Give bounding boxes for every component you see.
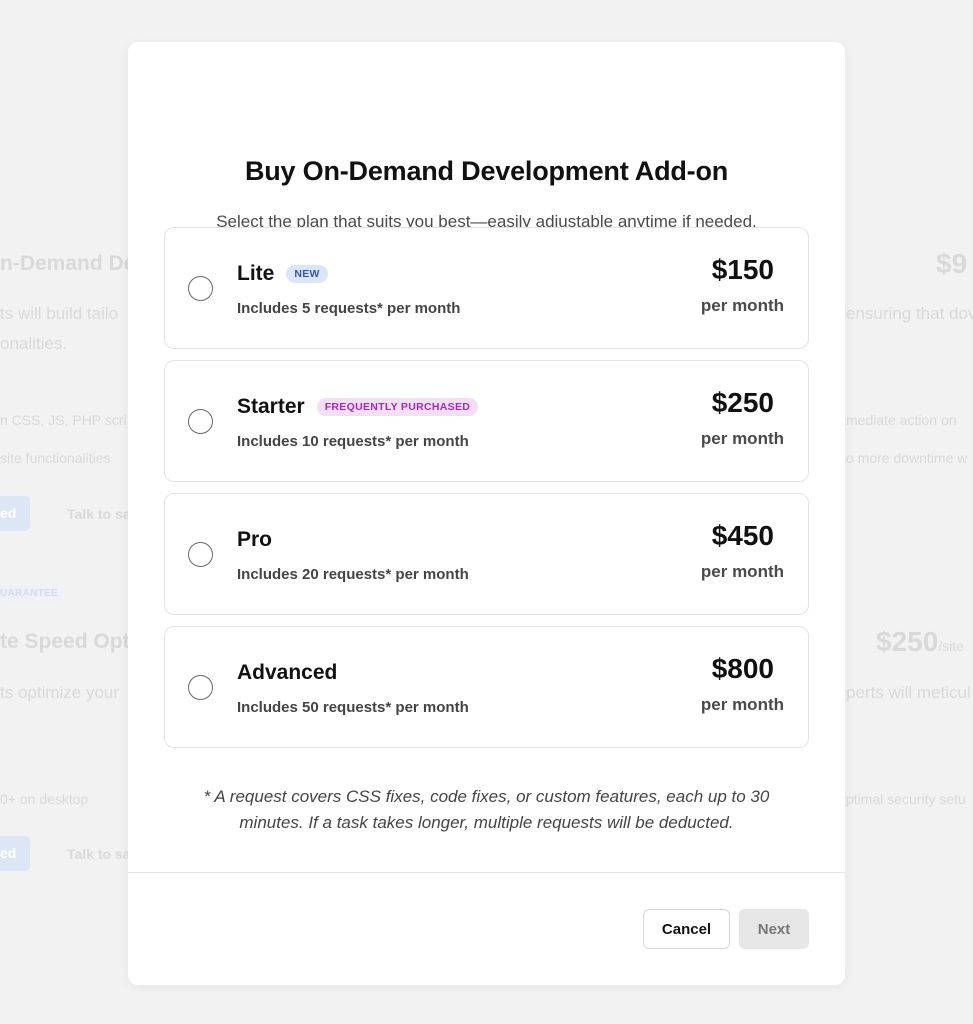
plan-selection-modal: Buy On-Demand Development Add-on Select … <box>128 42 845 985</box>
plan-option-advanced[interactable]: Advanced Includes 50 requests* per month… <box>164 626 809 748</box>
plan-price: $450 <box>711 520 774 551</box>
plan-name: Lite <box>237 262 275 285</box>
footer-divider <box>128 872 845 873</box>
bg-link: Talk to sa <box>67 506 131 522</box>
plan-period: per month <box>700 562 784 581</box>
bg-link: Talk to sa <box>67 846 131 862</box>
bg-price: $250/site <box>876 626 964 658</box>
plan-name-row: Advanced <box>237 660 337 686</box>
plan-name-row: Lite NEW <box>237 261 328 287</box>
plan-description: Includes 5 requests* per month <box>237 300 461 317</box>
plan-price: $250 <box>711 387 774 418</box>
bg-badge: UARANTEE <box>0 585 64 602</box>
plan-price: $150 <box>711 254 774 285</box>
plan-name-row: Starter FREQUENTLY PURCHASED <box>237 394 479 420</box>
bg-text: onalities. <box>0 334 68 353</box>
bg-text: ts will build tailo <box>0 304 119 323</box>
plan-name-row: Pro <box>237 527 272 553</box>
cancel-button[interactable]: Cancel <box>643 909 730 949</box>
bg-cta-button: ed <box>0 836 31 871</box>
plan-name: Advanced <box>237 661 338 684</box>
bg-cta-button: ed <box>0 496 31 531</box>
bg-text: mediate action on <box>846 412 957 428</box>
bg-text: o more downtime w <box>846 450 968 466</box>
plan-option-starter[interactable]: Starter FREQUENTLY PURCHASED Includes 10… <box>164 360 809 482</box>
plan-option-lite[interactable]: Lite NEW Includes 5 requests* per month … <box>164 227 809 349</box>
plan-description: Includes 20 requests* per month <box>237 566 469 583</box>
plan-name: Starter <box>237 395 305 418</box>
plan-radio[interactable] <box>188 542 213 567</box>
plan-period: per month <box>700 695 784 714</box>
bg-text: ts optimize your <box>0 683 120 702</box>
next-button[interactable]: Next <box>739 909 809 949</box>
modal-title: Buy On-Demand Development Add-on <box>244 156 729 186</box>
plan-list: Lite NEW Includes 5 requests* per month … <box>164 227 809 759</box>
bg-text: ensuring that dov <box>846 304 973 323</box>
plan-option-pro[interactable]: Pro Includes 20 requests* per month $450… <box>164 493 809 615</box>
bg-text: perts will meticul <box>846 683 971 702</box>
plan-radio[interactable] <box>188 409 213 434</box>
plan-radio[interactable] <box>188 675 213 700</box>
bg-price-unit: /site <box>938 638 964 654</box>
bg-price-value: $250 <box>876 626 939 657</box>
bg-text: site functionalities <box>0 450 111 466</box>
bg-price: $9 <box>936 248 968 279</box>
plan-description: Includes 10 requests* per month <box>237 433 469 450</box>
new-badge: NEW <box>286 265 328 283</box>
plan-period: per month <box>700 296 784 315</box>
bg-text: ptimal security setu <box>846 791 966 807</box>
request-footnote: * A request covers CSS fixes, code fixes… <box>203 787 770 832</box>
plan-radio[interactable] <box>188 276 213 301</box>
frequently-purchased-badge: FREQUENTLY PURCHASED <box>316 398 479 416</box>
bg-heading: n-Demand Dev <box>0 252 148 275</box>
plan-name: Pro <box>237 528 273 551</box>
bg-text: 0+ on desktop <box>0 791 89 807</box>
plan-period: per month <box>700 429 784 448</box>
bg-heading: te Speed Opti <box>0 630 136 653</box>
plan-description: Includes 50 requests* per month <box>237 699 469 716</box>
bg-text: n CSS, JS, PHP scri <box>0 412 127 428</box>
plan-price: $800 <box>711 653 774 684</box>
